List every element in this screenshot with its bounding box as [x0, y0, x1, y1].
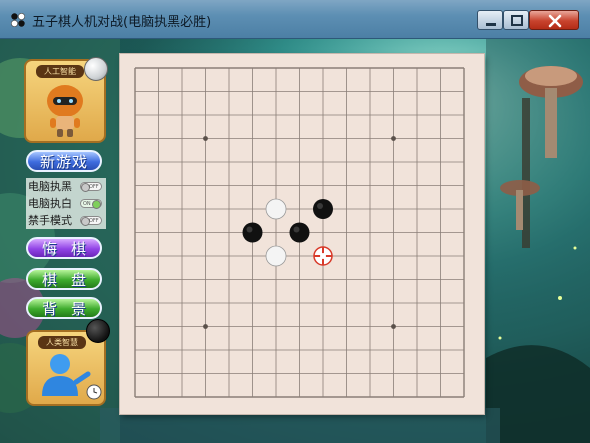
- window-title: 五子棋人机对战(电脑执黑必胜): [32, 15, 212, 30]
- option-computer-black[interactable]: 电脑执黑 OFF: [28, 178, 106, 195]
- toggle-text: OFF: [89, 184, 99, 190]
- option-computer-white[interactable]: 电脑执白 ON: [28, 195, 106, 212]
- black-stone: [242, 222, 263, 243]
- robot-avatar-icon: [47, 85, 83, 137]
- maximize-icon: [511, 15, 523, 26]
- game-board[interactable]: [120, 54, 484, 414]
- toggle-knob: [92, 200, 101, 209]
- stone-highlight: [293, 226, 300, 233]
- minimize-icon: [486, 23, 496, 26]
- option-label: 禁手模式: [28, 214, 72, 227]
- title-bar: 五子棋人机对战(电脑执黑必胜): [0, 0, 590, 39]
- option-forbidden-moves[interactable]: 禁手模式 OFF: [28, 212, 106, 229]
- black-stone: [289, 222, 310, 243]
- undo-button[interactable]: 悔棋: [26, 237, 102, 259]
- stone-highlight: [317, 203, 323, 209]
- computer-black-toggle[interactable]: OFF: [80, 182, 102, 192]
- forbidden-moves-toggle[interactable]: OFF: [80, 216, 102, 226]
- ai-white-stone-indicator: [84, 57, 108, 81]
- close-button[interactable]: [529, 10, 579, 30]
- background-button[interactable]: 背景: [26, 297, 102, 319]
- minimize-button[interactable]: [477, 10, 503, 30]
- computer-white-toggle[interactable]: ON: [80, 199, 102, 209]
- star-point: [203, 136, 208, 141]
- toggle-text: ON: [83, 201, 91, 207]
- black-stone: [313, 199, 333, 219]
- new-game-button[interactable]: 新游戏: [26, 150, 102, 172]
- board-grid[interactable]: [120, 54, 484, 414]
- game-window: 五子棋人机对战(电脑执黑必胜) 人工智能 新游戏 电脑执黑 OFF 电脑执白 O…: [0, 0, 590, 443]
- ai-card-label: 人工智能: [36, 65, 84, 78]
- option-label: 电脑执黑: [28, 180, 72, 193]
- star-point: [391, 324, 396, 329]
- close-icon: [548, 14, 562, 28]
- human-black-stone-indicator: [86, 319, 110, 343]
- option-label: 电脑执白: [28, 197, 72, 210]
- gomoku-app-icon: [10, 12, 26, 28]
- options-panel: 电脑执黑 OFF 电脑执白 ON 禁手模式 OFF: [26, 178, 106, 229]
- cursor-center: [320, 253, 326, 259]
- star-point: [203, 324, 208, 329]
- white-stone: [265, 198, 287, 220]
- human-avatar-icon: [42, 354, 102, 400]
- board-style-button[interactable]: 棋盘: [26, 268, 102, 290]
- star-point: [391, 136, 396, 141]
- toggle-text: OFF: [89, 218, 99, 224]
- maximize-button[interactable]: [503, 10, 529, 30]
- white-stone: [265, 245, 287, 267]
- stone-highlight: [246, 226, 253, 233]
